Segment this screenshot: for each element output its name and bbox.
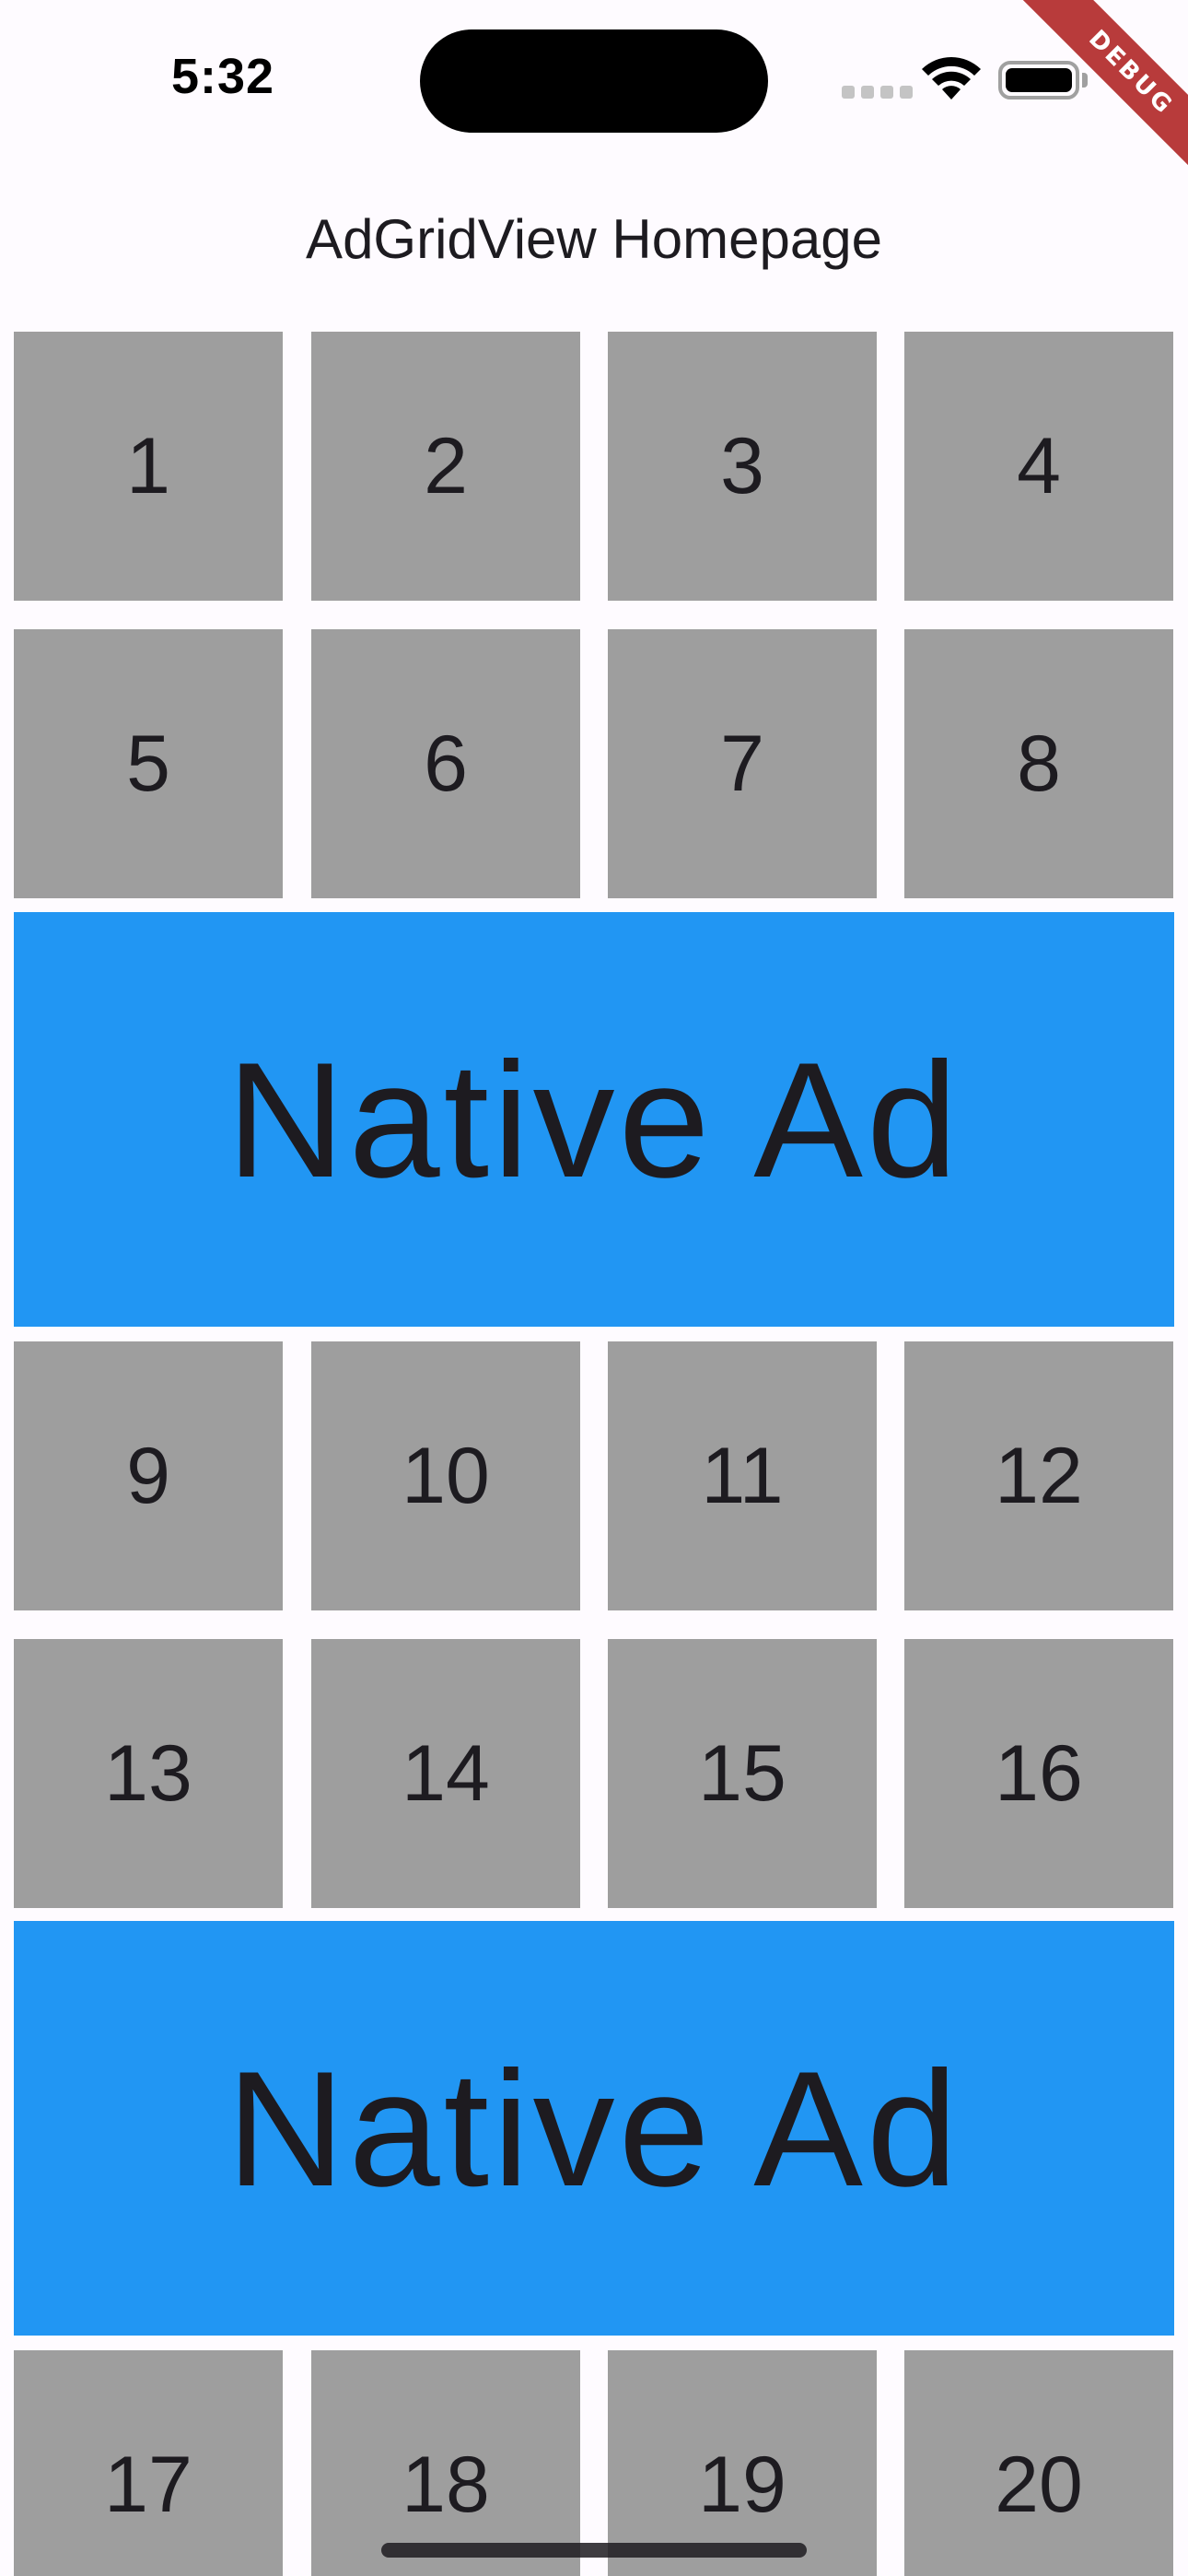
- grid-tile[interactable]: 16: [904, 1639, 1173, 1908]
- grid-tile[interactable]: 5: [14, 629, 283, 898]
- grid-row: 5 6 7 8: [14, 629, 1174, 898]
- cellular-signal-icon: [842, 86, 913, 99]
- native-ad-banner[interactable]: Native Ad: [14, 912, 1174, 1327]
- battery-cap: [1082, 73, 1088, 88]
- grid-row: 9 10 11 12: [14, 1341, 1174, 1610]
- debug-banner: DEBUG: [1002, 0, 1188, 202]
- grid-tile[interactable]: 13: [14, 1639, 283, 1908]
- grid-tile[interactable]: 9: [14, 1341, 283, 1610]
- wifi-icon: [922, 57, 981, 100]
- dynamic-island: [420, 29, 768, 133]
- grid-tile[interactable]: 8: [904, 629, 1173, 898]
- grid-row: 1 2 3 4: [14, 332, 1174, 601]
- grid-tile[interactable]: 14: [311, 1639, 580, 1908]
- grid-tile[interactable]: 6: [311, 629, 580, 898]
- status-bar-time: 5:32: [171, 49, 275, 104]
- home-indicator[interactable]: [381, 2543, 807, 2558]
- grid-tile[interactable]: 7: [608, 629, 877, 898]
- native-ad-banner[interactable]: Native Ad: [14, 1921, 1174, 2336]
- grid-tile[interactable]: 12: [904, 1341, 1173, 1610]
- grid-tile[interactable]: 11: [608, 1341, 877, 1610]
- grid-tile[interactable]: 17: [14, 2350, 283, 2576]
- page-title: AdGridView Homepage: [306, 208, 882, 270]
- battery-icon: [998, 61, 1079, 100]
- grid-row: 13 14 15 16: [14, 1639, 1174, 1908]
- grid-tile[interactable]: 10: [311, 1341, 580, 1610]
- app-screen: 5:32 DEBUG AdGridView Homepage 1 2 3 4 5…: [0, 0, 1188, 2576]
- grid-tile[interactable]: 1: [14, 332, 283, 601]
- grid-tile[interactable]: 3: [608, 332, 877, 601]
- grid-tile[interactable]: 20: [904, 2350, 1173, 2576]
- grid-tile[interactable]: 2: [311, 332, 580, 601]
- grid-tile[interactable]: 4: [904, 332, 1173, 601]
- grid-tile[interactable]: 15: [608, 1639, 877, 1908]
